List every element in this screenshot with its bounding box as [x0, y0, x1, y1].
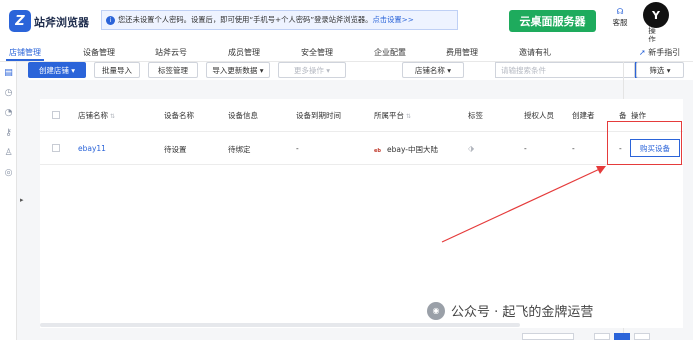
import-update-button[interactable]: 导入更新数据 ▾ [206, 62, 270, 78]
horizontal-scrollbar[interactable] [40, 323, 520, 327]
create-shop-button[interactable]: 创建店铺 ▾ [28, 62, 86, 78]
top-bar: Z 站斧浏览器 i 您还未设置个人密码。设置后，即可使用“手机号+个人密码”登录… [0, 0, 693, 44]
sort-icon: ⇅ [406, 113, 412, 120]
device-name-cell: 待设置 [164, 145, 187, 154]
table-header: 店铺名称 ⇅ 设备名称 设备信息 设备到期时间 所属平台 ⇅ 标签 授权人员 创建者… [40, 99, 683, 132]
notice-text: 您还未设置个人密码。设置后，即可使用“手机号+个人密码”登录站斧浏览器。 [118, 15, 373, 24]
more-ops-button[interactable]: 更多操作 ▾ [278, 62, 346, 78]
sort-icon: ⇅ [110, 113, 116, 120]
notice-settings-link[interactable]: 点击设置>> [372, 15, 413, 25]
user-icon[interactable]: ♙ [3, 148, 14, 159]
shop-name-link[interactable]: ebay11 [78, 144, 106, 153]
expire-cell: - [296, 144, 299, 153]
guide-label: 新手指引 [648, 48, 681, 57]
nav-item-enterprise-config[interactable]: 企业配置 [374, 47, 406, 58]
platform-label: ebay-中国大陆 [386, 145, 438, 154]
col-creator: 创建者 [572, 111, 595, 120]
service-label: 客服 [612, 18, 628, 27]
password-notice: i 您还未设置个人密码。设置后，即可使用“手机号+个人密码”登录站斧浏览器。 点… [101, 10, 458, 30]
active-tab-indicator [6, 59, 44, 61]
nav-item-cloud-number[interactable]: 站斧云号 [155, 47, 187, 58]
tag-icon[interactable]: ⬗ [468, 144, 474, 153]
col-shop-name-label: 店铺名称 [78, 111, 108, 120]
send-icon: ➚ [639, 48, 646, 57]
col-auth: 授权人员 [524, 111, 554, 120]
auth-cell: - [524, 144, 527, 153]
next-page-button[interactable] [634, 333, 650, 340]
watermark-text: 公众号 · 起飞的金牌运营 [451, 305, 594, 320]
col-platform-label: 所属平台 [374, 111, 404, 120]
toolbar: 创建店铺 ▾ 批量导入 标签管理 导入更新数据 ▾ 更多操作 ▾ 店铺名称 ▾ … [28, 62, 693, 80]
device-info-cell: 待绑定 [228, 145, 251, 154]
col-shop-name[interactable]: 店铺名称 ⇅ [78, 110, 115, 121]
col-platform[interactable]: 所属平台 ⇅ [374, 110, 411, 121]
prev-page-button[interactable] [594, 333, 610, 340]
search-input[interactable]: 请输搜索条件 [495, 62, 635, 78]
col-device-name: 设备名称 [164, 111, 194, 120]
tag-manage-button[interactable]: 标签管理 [148, 62, 198, 78]
col-action: 操作 [631, 111, 646, 120]
page-1-button[interactable] [614, 333, 630, 340]
table-row: ebay11 待设置 待绑定 - eb ebay-中国大陆 ⬗ - - - 购买设… [40, 132, 683, 165]
wechat-icon: ◉ [427, 301, 445, 320]
shop-icon[interactable]: ▤ [3, 68, 14, 79]
nav-item-invite[interactable]: 邀请有礼 [519, 47, 551, 58]
guide-link[interactable]: ➚ 新手指引 [639, 47, 680, 58]
select-all-checkbox[interactable] [52, 111, 60, 119]
headset-icon: ☊ [616, 7, 624, 16]
filter-button[interactable]: 筛选 ▾ [636, 62, 684, 78]
history-icon[interactable]: ◷ [3, 88, 14, 99]
sidebar: ▤ ◷ ◔ ⚷ ♙ ◎ [0, 62, 17, 340]
avatar[interactable]: Y [643, 2, 669, 28]
clock-icon[interactable]: ◔ [3, 108, 14, 119]
nav-item-billing-manage[interactable]: 费用管理 [446, 47, 478, 58]
info-icon: i [106, 15, 115, 25]
ebay-flag-icon: eb [374, 148, 381, 154]
nav-item-security-manage[interactable]: 安全管理 [301, 47, 333, 58]
row-checkbox[interactable] [52, 144, 60, 152]
platform-cell: eb ebay-中国大陆 [374, 144, 438, 155]
col-note: 备 [619, 111, 627, 120]
app-logo: Z [9, 10, 31, 32]
page-size-select[interactable] [522, 333, 574, 340]
shop-table: 店铺名称 ⇅ 设备名称 设备信息 设备到期时间 所属平台 ⇅ 标签 授权人员 创建者… [40, 99, 683, 328]
main-nav: 店铺管理 设备管理 站斧云号 成员管理 安全管理 企业配置 费用管理 邀请有礼 … [0, 42, 693, 62]
app-name: 站斧浏览器 [34, 16, 89, 29]
key-icon[interactable]: ⚷ [3, 128, 14, 139]
creator-cell: - [572, 144, 575, 153]
col-tag: 标签 [468, 111, 483, 120]
search-field-select[interactable]: 店铺名称 ▾ [402, 62, 464, 78]
eye-icon[interactable]: ◎ [3, 168, 14, 179]
nav-item-shop-manage[interactable]: 店铺管理 [9, 47, 41, 58]
highlight-box [607, 121, 682, 165]
nav-item-device-manage[interactable]: 设备管理 [83, 47, 115, 58]
col-device-info: 设备信息 [228, 111, 258, 120]
watermark: ◉ 公众号 · 起飞的金牌运营 [427, 301, 593, 320]
nav-item-member-manage[interactable]: 成员管理 [228, 47, 260, 58]
customer-service-button[interactable]: ☊ 客服 [612, 6, 628, 28]
col-expire: 设备到期时间 [296, 111, 341, 120]
batch-import-button[interactable]: 批量导入 [94, 62, 140, 78]
cloud-desktop-button[interactable]: 云桌面服务器 [509, 10, 596, 32]
sidebar-expand-icon[interactable]: ▸ [20, 196, 24, 204]
